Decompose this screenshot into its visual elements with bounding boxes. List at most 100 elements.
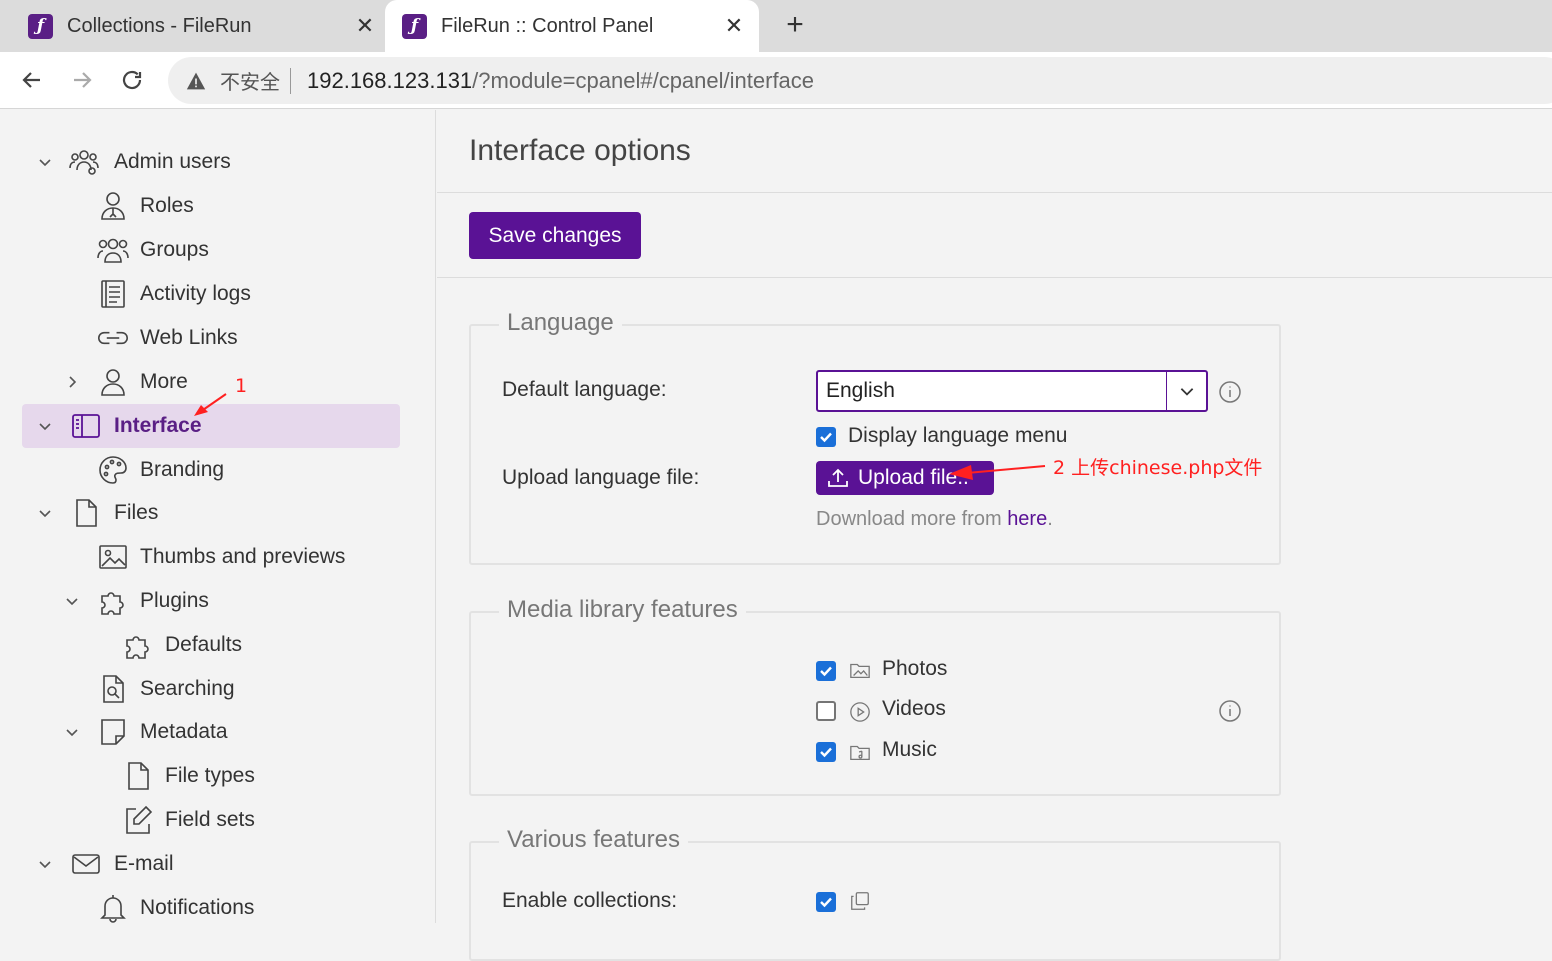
sidebar-item-roles[interactable]: Roles [22, 184, 400, 228]
info-icon[interactable] [1218, 380, 1242, 404]
chevron-down-icon [39, 510, 51, 518]
sidebar-item-label: E-mail [114, 852, 174, 875]
tab-title: FileRun :: Control Panel [441, 14, 654, 37]
upload-language-label: Upload language file: [502, 466, 700, 489]
annotation-arrow-2 [949, 465, 1046, 480]
tab-collections[interactable]: ƒ Collections - FileRun ✕ [28, 0, 378, 52]
metadata-icon [97, 716, 129, 748]
music-label[interactable]: Music [882, 738, 937, 762]
interface-icon [70, 410, 102, 442]
address-divider [290, 67, 291, 94]
select-value: English [826, 379, 895, 402]
language-fieldset: Language Default language: English Displ… [469, 309, 1281, 565]
annotation-step-1: 1 [235, 375, 248, 397]
photos-label[interactable]: Photos [882, 657, 947, 681]
sidebar-item-label: Files [114, 501, 159, 524]
puzzle-icon [97, 585, 129, 617]
sidebar-item-label: More [140, 370, 188, 393]
sidebar-item-label: Web Links [140, 326, 238, 349]
sidebar-item-web-links[interactable]: Web Links [22, 316, 400, 360]
fieldset-legend: Language [499, 309, 622, 337]
annotation-arrow-1 [194, 393, 227, 416]
sidebar-item-defaults[interactable]: Defaults [22, 623, 400, 667]
chevron-down-icon[interactable] [1166, 372, 1206, 410]
close-icon[interactable]: ✕ [721, 13, 747, 39]
music-checkbox[interactable] [816, 742, 836, 762]
sidebar-item-metadata[interactable]: Metadata [22, 710, 400, 754]
security-label[interactable]: 不安全 [220, 66, 280, 95]
sidebar-item-field-sets[interactable]: Field sets [22, 798, 400, 842]
url-host: 192.168.123.131 [307, 67, 473, 93]
sidebar-item-files[interactable]: Files [22, 491, 400, 535]
sidebar-item-thumbs-previews[interactable]: Thumbs and previews [22, 535, 400, 579]
warning-icon [186, 72, 206, 89]
enable-collections-label: Enable collections: [502, 889, 678, 912]
activity-logs-icon [97, 278, 129, 310]
display-language-menu-label[interactable]: Display language menu [848, 424, 1067, 448]
browser-tabstrip: ƒ Collections - FileRun ✕ ƒ FileRun :: C… [0, 0, 1552, 52]
sidebar-nav: Admin users Roles Groups Activity logs W… [0, 110, 436, 923]
filerun-logo-icon: ƒ [28, 13, 53, 39]
tab-control-panel[interactable]: ƒ FileRun :: Control Panel ✕ [385, 0, 759, 52]
sidebar-item-label: Thumbs and previews [140, 545, 346, 568]
checkmark-icon [820, 432, 832, 443]
fieldset-legend: Various features [499, 826, 688, 854]
sidebar-item-plugins[interactable]: Plugins [22, 579, 400, 623]
roles-icon [97, 190, 129, 222]
divider [437, 277, 1552, 278]
mail-icon [70, 848, 102, 880]
info-icon[interactable] [1218, 699, 1242, 723]
videos-label[interactable]: Videos [882, 697, 946, 721]
sidebar-item-label: Notifications [140, 896, 255, 919]
download-note: Download more from here. [816, 508, 1053, 530]
display-language-menu-checkbox[interactable] [816, 427, 836, 447]
various-features-fieldset: Various features Enable collections: [469, 826, 1281, 961]
user-icon [97, 366, 129, 398]
chevron-down-icon [66, 598, 78, 606]
sidebar-item-branding[interactable]: Branding [22, 448, 400, 492]
sidebar-item-searching[interactable]: Searching [22, 667, 400, 711]
enable-collections-checkbox[interactable] [816, 892, 836, 912]
forward-button[interactable] [64, 62, 100, 98]
sidebar-item-groups[interactable]: Groups [22, 228, 400, 272]
puzzle-icon [122, 629, 154, 661]
sidebar-item-label: Metadata [140, 720, 228, 743]
tab-title: Collections - FileRun [67, 14, 252, 37]
sidebar-item-admin-users[interactable]: Admin users [22, 140, 400, 184]
chevron-down-icon [39, 423, 51, 431]
checkmark-icon [820, 897, 832, 908]
sidebar-item-label: Admin users [114, 150, 231, 173]
palette-icon [97, 454, 129, 486]
default-language-select[interactable]: English [816, 370, 1208, 412]
admin-users-icon [68, 146, 100, 178]
upload-icon [828, 468, 848, 487]
file-icon [70, 497, 102, 529]
sidebar-item-file-types[interactable]: File types [22, 754, 400, 798]
collections-icon [851, 892, 869, 910]
sidebar-item-label: File types [165, 764, 255, 787]
address-bar[interactable]: 不安全 192.168.123.131/?module=cpanel#/cpan… [168, 57, 1552, 104]
download-here-link[interactable]: here [1007, 508, 1047, 530]
image-icon [97, 541, 129, 573]
url-path: /?module=cpanel#/cpanel/interface [472, 67, 815, 93]
arrow-right-icon [74, 72, 92, 88]
chevron-down-icon [39, 159, 51, 167]
new-tab-button[interactable]: + [779, 10, 811, 42]
browser-toolbar: 不安全 192.168.123.131/?module=cpanel#/cpan… [0, 52, 1552, 109]
back-button[interactable] [14, 62, 50, 98]
arrow-left-icon [22, 72, 40, 88]
photos-checkbox[interactable] [816, 661, 836, 681]
sidebar-item-email[interactable]: E-mail [22, 842, 400, 886]
videos-checkbox[interactable] [816, 701, 836, 721]
sidebar-item-label: Activity logs [140, 282, 251, 305]
music-folder-icon [850, 745, 870, 760]
divider [437, 192, 1552, 193]
annotation-step-2: 2 上传chinese.php文件 [1053, 457, 1263, 479]
save-changes-button[interactable]: Save changes [469, 212, 641, 259]
sidebar-item-activity-logs[interactable]: Activity logs [22, 272, 400, 316]
default-language-label: Default language: [502, 378, 667, 401]
checkmark-icon [820, 747, 832, 758]
close-icon[interactable]: ✕ [352, 13, 378, 39]
sidebar-item-notifications[interactable]: Notifications [22, 886, 400, 930]
reload-button[interactable] [114, 62, 150, 98]
